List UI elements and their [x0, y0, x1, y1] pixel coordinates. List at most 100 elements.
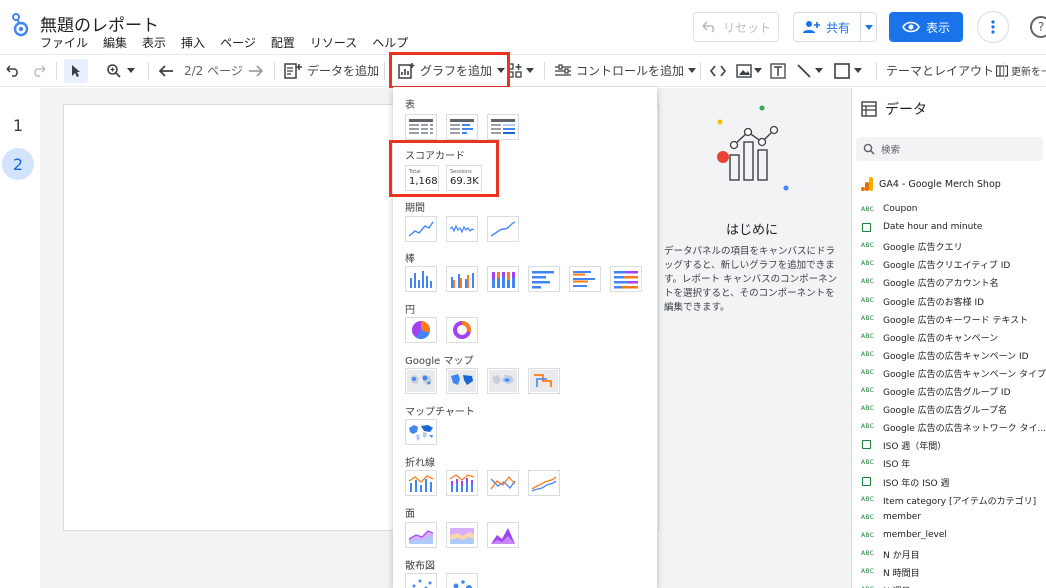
- text-type-icon: ABC: [861, 531, 875, 539]
- field-item[interactable]: ABC Google 広告の広告キャンペーン タイプ: [852, 364, 1046, 382]
- field-item[interactable]: ABC member: [852, 509, 1046, 527]
- chart-smoothed-line-icon[interactable]: [528, 470, 560, 496]
- dropdown-arrow-icon: [526, 68, 534, 73]
- page-thumb-1[interactable]: 1: [2, 109, 34, 141]
- menu-file[interactable]: ファイル: [40, 34, 88, 51]
- help-icon[interactable]: ?: [1030, 16, 1046, 38]
- text-box-icon[interactable]: [770, 55, 786, 86]
- dropdown-arrow-icon: [688, 68, 697, 73]
- text-type-icon: ABC: [861, 206, 875, 213]
- select-pointer-icon[interactable]: [64, 59, 88, 83]
- chart-line-icon[interactable]: [487, 470, 519, 496]
- text-type-icon: ABC: [861, 459, 875, 467]
- redo-icon[interactable]: [32, 55, 46, 86]
- chart-scatter-icon[interactable]: [405, 573, 437, 588]
- field-item[interactable]: ISO 週（年間）: [852, 436, 1046, 454]
- add-control-button[interactable]: コントロールを追加: [555, 55, 697, 86]
- field-item[interactable]: ISO 年の ISO 週: [852, 473, 1046, 491]
- field-item[interactable]: ABC N 時間目: [852, 563, 1046, 581]
- chart-donut-icon[interactable]: [446, 317, 478, 343]
- field-item[interactable]: ABC Coupon: [852, 201, 1046, 219]
- chart-column-icon[interactable]: [405, 266, 437, 292]
- field-item[interactable]: ABC Google 広告の広告グループ名: [852, 400, 1046, 418]
- share-button[interactable]: 共有: [793, 12, 877, 42]
- field-item[interactable]: ABC Google 広告の広告ネットワーク タイ...: [852, 418, 1046, 436]
- section-time-series-title: 期間: [405, 203, 425, 214]
- field-name: Google 広告のキーワード テキスト: [883, 315, 1029, 326]
- chart-filled-map-icon[interactable]: [446, 368, 478, 394]
- chart-combo-icon[interactable]: [405, 470, 437, 496]
- chart-table-icon[interactable]: [405, 114, 437, 140]
- next-page-icon[interactable]: [248, 55, 264, 86]
- chart-sparkline-icon[interactable]: [446, 216, 478, 242]
- field-item[interactable]: ABC Google 広告クエリ: [852, 237, 1046, 255]
- field-item[interactable]: Date hour and minute: [852, 219, 1046, 237]
- chart-100-area-icon[interactable]: [487, 522, 519, 548]
- chart-line-map-icon[interactable]: [528, 368, 560, 394]
- chart-stacked-area-icon[interactable]: [446, 522, 478, 548]
- theme-layout-button[interactable]: テーマとレイアウト: [886, 55, 1009, 86]
- menu-page[interactable]: ページ: [220, 34, 256, 51]
- chart-table-heatmap-icon[interactable]: [487, 114, 519, 140]
- field-item[interactable]: ABC Item category [アイテムのカテゴリ]: [852, 491, 1046, 509]
- add-component-icon[interactable]: [507, 55, 534, 86]
- menu-edit[interactable]: 編集: [103, 34, 127, 51]
- chart-bubble-icon[interactable]: [446, 573, 478, 588]
- chart-area-icon[interactable]: [405, 522, 437, 548]
- add-data-button[interactable]: データを追加: [284, 55, 379, 86]
- chart-stacked-combo-icon[interactable]: [446, 470, 478, 496]
- menu-arrange[interactable]: 配置: [271, 34, 295, 51]
- share-dropdown-arrow-icon[interactable]: [860, 13, 876, 41]
- chart-geo-map-icon[interactable]: [405, 419, 437, 445]
- dropdown-arrow-icon: [815, 68, 823, 73]
- shape-rectangle-icon[interactable]: [834, 55, 862, 86]
- toolbar-divider: [384, 62, 385, 80]
- field-item[interactable]: ABC Google 広告のキャンペーン: [852, 328, 1046, 346]
- chart-grouped-column-icon[interactable]: [446, 266, 478, 292]
- field-item[interactable]: ABC Google 広告のアカウント名: [852, 273, 1046, 291]
- chart-table-bars-icon[interactable]: [446, 114, 478, 140]
- looker-studio-logo-icon[interactable]: [10, 12, 30, 42]
- menu-view[interactable]: 表示: [142, 34, 166, 51]
- reset-button[interactable]: リセット: [693, 12, 779, 42]
- field-item[interactable]: ABC ISO 年: [852, 454, 1046, 472]
- menu-resource[interactable]: リソース: [310, 34, 357, 51]
- field-item[interactable]: ABCN 週目: [852, 581, 1046, 588]
- field-item[interactable]: ABC Google 広告のお客様 ID: [852, 292, 1046, 310]
- field-item[interactable]: ABC Google 広告の広告グループ ID: [852, 382, 1046, 400]
- chart-stacked-bar-icon[interactable]: [610, 266, 642, 292]
- text-type-icon: ABC: [861, 332, 875, 340]
- view-button[interactable]: 表示: [889, 12, 963, 42]
- zoom-icon[interactable]: [106, 55, 135, 86]
- more-options-button[interactable]: [977, 11, 1009, 43]
- chart-horizontal-bar-icon[interactable]: [528, 266, 560, 292]
- chart-grouped-bar-icon[interactable]: [569, 266, 601, 292]
- field-item[interactable]: ABC Google 広告の広告キャンペーン ID: [852, 346, 1046, 364]
- menu-insert[interactable]: 挿入: [181, 34, 205, 51]
- refresh-button[interactable]: 更新を一: [1011, 55, 1046, 86]
- chart-bubble-map-icon[interactable]: [405, 368, 437, 394]
- chart-time-series-icon[interactable]: [405, 216, 437, 242]
- field-item[interactable]: ABC member_level: [852, 527, 1046, 545]
- text-type-icon: ABC: [861, 423, 875, 431]
- chart-pie-icon[interactable]: [405, 317, 437, 343]
- previous-page-icon[interactable]: [158, 55, 174, 86]
- field-name: N 週目: [883, 584, 911, 588]
- line-tool-icon[interactable]: [796, 55, 823, 86]
- chart-smoothed-time-series-icon[interactable]: [487, 216, 519, 242]
- image-icon[interactable]: [736, 55, 762, 86]
- field-search-input[interactable]: 検索: [856, 137, 1043, 161]
- field-name: Google 広告のお客様 ID: [883, 297, 985, 308]
- undo-icon[interactable]: [6, 55, 20, 86]
- field-item[interactable]: ABC N か月目: [852, 545, 1046, 563]
- data-source-name[interactable]: GA4 - Google Merch Shop: [879, 179, 1001, 190]
- menu-help[interactable]: ヘルプ: [372, 34, 408, 51]
- chart-heatmap-map-icon[interactable]: [487, 368, 519, 394]
- field-item[interactable]: ABC Google 広告クリエイティブ ID: [852, 255, 1046, 273]
- page-thumb-2[interactable]: 2: [2, 148, 34, 180]
- report-title[interactable]: 無題のレポート: [40, 11, 159, 36]
- toolbar-divider: [148, 62, 149, 80]
- embed-code-icon[interactable]: [710, 55, 726, 86]
- field-item[interactable]: ABC Google 広告のキーワード テキスト: [852, 310, 1046, 328]
- chart-stacked-column-icon[interactable]: [487, 266, 519, 292]
